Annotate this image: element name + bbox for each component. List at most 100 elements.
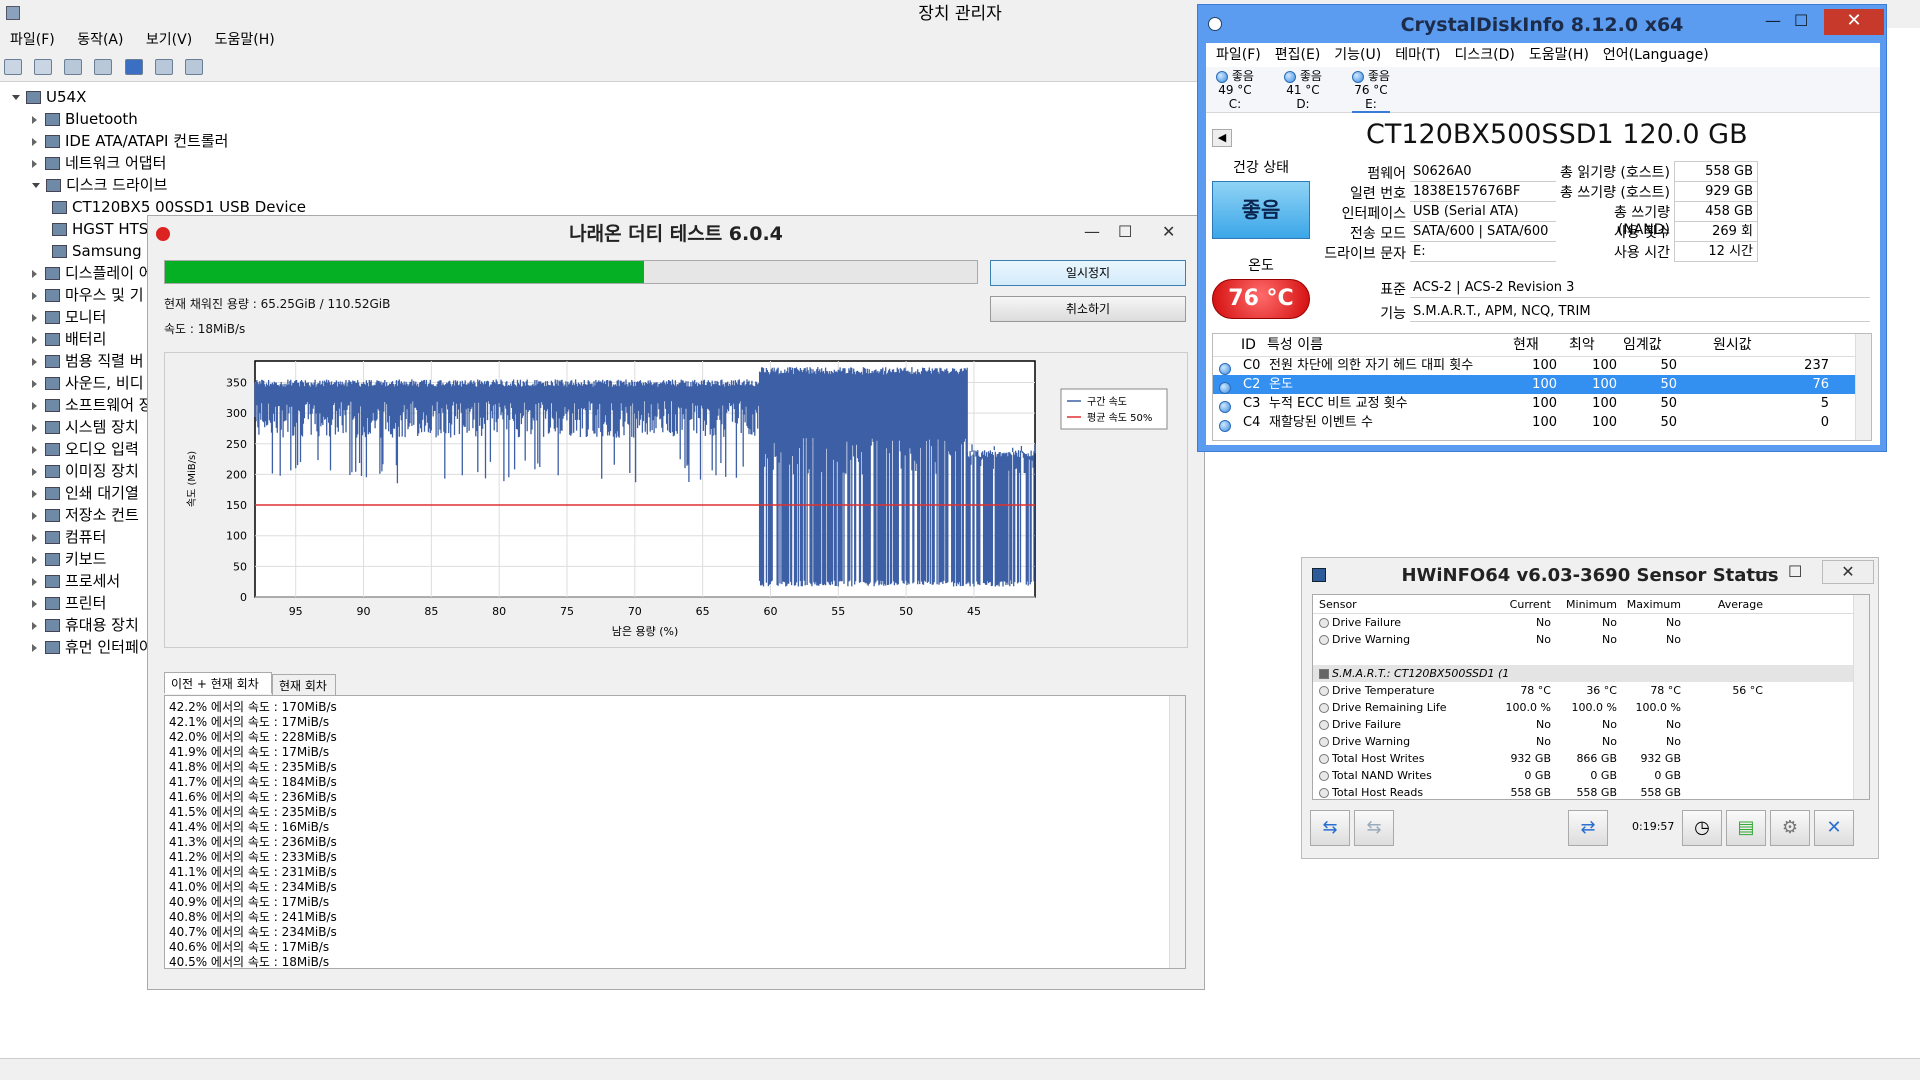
forward-icon[interactable] bbox=[34, 59, 53, 75]
menu-help[interactable]: 도움말(H) bbox=[215, 32, 275, 48]
tab-all-rounds[interactable]: 이전 + 현재 회차 bbox=[164, 672, 272, 694]
tree-item[interactable]: Samsung bbox=[52, 240, 142, 262]
drive-tab[interactable]: 좋음 49 °C C: bbox=[1216, 69, 1254, 111]
tree-item[interactable]: 오디오 입력 bbox=[32, 438, 139, 460]
tree-item[interactable]: 마우스 및 기 bbox=[32, 284, 144, 306]
sensor-row[interactable]: Drive Remaining Life 100.0 % 100.0 % 100.0 … bbox=[1313, 699, 1853, 716]
drive-tab[interactable]: 좋음 41 °C D: bbox=[1284, 69, 1322, 111]
expand-arrow-icon[interactable] bbox=[32, 621, 37, 630]
tree-item[interactable]: 소프트웨어 장 bbox=[32, 394, 153, 416]
close-sensors-icon[interactable]: ✕ bbox=[1814, 810, 1854, 846]
tree-item[interactable]: 배터리 bbox=[32, 328, 106, 350]
tree-item[interactable]: HGST HTS bbox=[52, 218, 148, 240]
maximize-button[interactable]: ☐ bbox=[1788, 562, 1802, 581]
maximize-button[interactable]: ☐ bbox=[1794, 11, 1808, 30]
column-header[interactable]: 현재 bbox=[1513, 334, 1539, 356]
cdi-menu-item[interactable]: 도움말(H) bbox=[1529, 47, 1589, 63]
column-header[interactable]: Sensor bbox=[1319, 595, 1379, 612]
cdi-menu-item[interactable]: 언어(Language) bbox=[1603, 47, 1709, 63]
sensor-row[interactable]: Drive Temperature 78 °C 36 °C 78 °C 56 °C bbox=[1313, 682, 1853, 699]
tree-item[interactable]: 휴대용 장치 bbox=[32, 614, 139, 636]
tree-item[interactable]: IDE ATA/ATAPI 컨트롤러 bbox=[32, 130, 228, 152]
column-header[interactable]: 원시값 bbox=[1713, 334, 1752, 356]
column-header[interactable]: Current bbox=[1491, 595, 1551, 612]
back-icon[interactable] bbox=[4, 59, 22, 75]
help-icon[interactable] bbox=[124, 59, 143, 75]
expand-arrow-icon[interactable] bbox=[32, 577, 37, 586]
tree-item[interactable]: 프로세서 bbox=[32, 570, 120, 592]
column-header[interactable]: 임계값 bbox=[1623, 334, 1662, 356]
expand-arrow-icon[interactable] bbox=[32, 643, 37, 652]
smart-table-row[interactable]: C4 재할당된 이벤트 수 100 100 50 0 bbox=[1213, 413, 1855, 432]
tree-item[interactable]: 키보드 bbox=[32, 548, 106, 570]
minimize-button[interactable]: — bbox=[1084, 222, 1100, 241]
expand-arrow-icon[interactable] bbox=[32, 115, 37, 124]
cdi-menu-item[interactable]: 디스크(D) bbox=[1454, 47, 1514, 63]
sensor-row[interactable]: Drive Warning No No No bbox=[1313, 733, 1853, 750]
view-tree-icon[interactable] bbox=[64, 59, 83, 75]
network-icon[interactable]: ⇄ bbox=[1568, 810, 1608, 846]
scan-hardware-icon[interactable] bbox=[184, 59, 203, 75]
expand-arrow-icon[interactable] bbox=[32, 137, 37, 146]
minimize-button[interactable]: — bbox=[1765, 11, 1781, 30]
expand-arrow-icon[interactable] bbox=[32, 423, 37, 432]
tree-item[interactable]: 디스플레이 어 bbox=[32, 262, 153, 284]
column-header[interactable]: Average bbox=[1703, 595, 1763, 612]
minimize-button[interactable]: — bbox=[1754, 562, 1770, 581]
health-status-badge[interactable]: 좋음 bbox=[1212, 181, 1310, 239]
sensor-row[interactable]: Drive Warning No No No bbox=[1313, 631, 1853, 648]
cdi-menu-item[interactable]: 테마(T) bbox=[1395, 47, 1440, 63]
collapse-arrow-icon[interactable] bbox=[12, 95, 20, 100]
tree-item[interactable]: 디스크 드라이브 bbox=[32, 174, 167, 196]
pause-button[interactable]: 일시정지 bbox=[990, 260, 1186, 286]
maximize-button[interactable]: ☐ bbox=[1118, 222, 1132, 241]
tree-item[interactable]: 저장소 컨트 bbox=[32, 504, 139, 526]
temperature-badge[interactable]: 76 °C bbox=[1212, 279, 1310, 319]
expand-arrow-icon[interactable] bbox=[32, 489, 37, 498]
tree-item[interactable]: 컴퓨터 bbox=[32, 526, 106, 548]
expand-arrow-icon[interactable] bbox=[32, 533, 37, 542]
column-header[interactable]: ID bbox=[1241, 334, 1256, 356]
cdi-menu-item[interactable]: 파일(F) bbox=[1216, 47, 1261, 63]
column-header[interactable]: 최악 bbox=[1569, 334, 1595, 356]
collapse-arrow-icon[interactable] bbox=[32, 183, 40, 188]
menu-view[interactable]: 보기(V) bbox=[146, 32, 192, 48]
column-header[interactable]: Minimum bbox=[1557, 595, 1617, 612]
expand-arrow-icon[interactable] bbox=[32, 511, 37, 520]
properties-icon[interactable] bbox=[94, 59, 113, 75]
tree-item[interactable]: 시스템 장치 bbox=[32, 416, 139, 438]
cdi-menu-item[interactable]: 편집(E) bbox=[1275, 47, 1321, 63]
expand-arrow-icon[interactable] bbox=[32, 467, 37, 476]
expand-arrow-icon[interactable] bbox=[32, 335, 37, 344]
tree-item[interactable]: 휴먼 인터페이 bbox=[32, 636, 153, 658]
add-report-icon[interactable]: ▤ bbox=[1726, 810, 1766, 846]
column-header[interactable]: Maximum bbox=[1621, 595, 1681, 612]
sensor-row[interactable]: Total NAND Writes 0 GB 0 GB 0 GB bbox=[1313, 767, 1853, 784]
sensor-row[interactable]: Drive Failure No No No bbox=[1313, 716, 1853, 733]
next-sensor-icon[interactable]: ⇆ bbox=[1354, 810, 1394, 846]
clock-icon[interactable]: ◷ bbox=[1682, 810, 1722, 846]
expand-arrow-icon[interactable] bbox=[32, 401, 37, 410]
expand-arrow-icon[interactable] bbox=[32, 313, 37, 322]
tree-item[interactable]: U54X bbox=[12, 86, 86, 108]
drive-tab[interactable]: 좋음 76 °C E: bbox=[1352, 69, 1390, 113]
expand-arrow-icon[interactable] bbox=[32, 445, 37, 454]
expand-arrow-icon[interactable] bbox=[32, 269, 37, 278]
sensor-row[interactable]: Drive Failure No No No bbox=[1313, 614, 1853, 631]
tree-item[interactable]: 이미징 장치 bbox=[32, 460, 139, 482]
tree-item[interactable]: 모니터 bbox=[32, 306, 106, 328]
tree-item[interactable]: 범용 직렬 버 bbox=[32, 350, 144, 372]
smart-scrollbar[interactable] bbox=[1855, 334, 1871, 440]
tree-item[interactable]: Bluetooth bbox=[32, 108, 138, 130]
tree-item[interactable]: 프린터 bbox=[32, 592, 106, 614]
expand-arrow-icon[interactable] bbox=[32, 159, 37, 168]
settings-gear-icon[interactable]: ⚙ bbox=[1770, 810, 1810, 846]
cancel-button[interactable]: 취소하기 bbox=[990, 296, 1186, 322]
sensor-row[interactable] bbox=[1313, 648, 1853, 665]
close-button[interactable]: ✕ bbox=[1824, 9, 1884, 35]
log-scrollbar[interactable] bbox=[1169, 696, 1185, 968]
view-list-icon[interactable] bbox=[154, 59, 173, 75]
expand-arrow-icon[interactable] bbox=[32, 291, 37, 300]
close-button[interactable]: ✕ bbox=[1162, 222, 1175, 241]
expand-arrow-icon[interactable] bbox=[32, 379, 37, 388]
